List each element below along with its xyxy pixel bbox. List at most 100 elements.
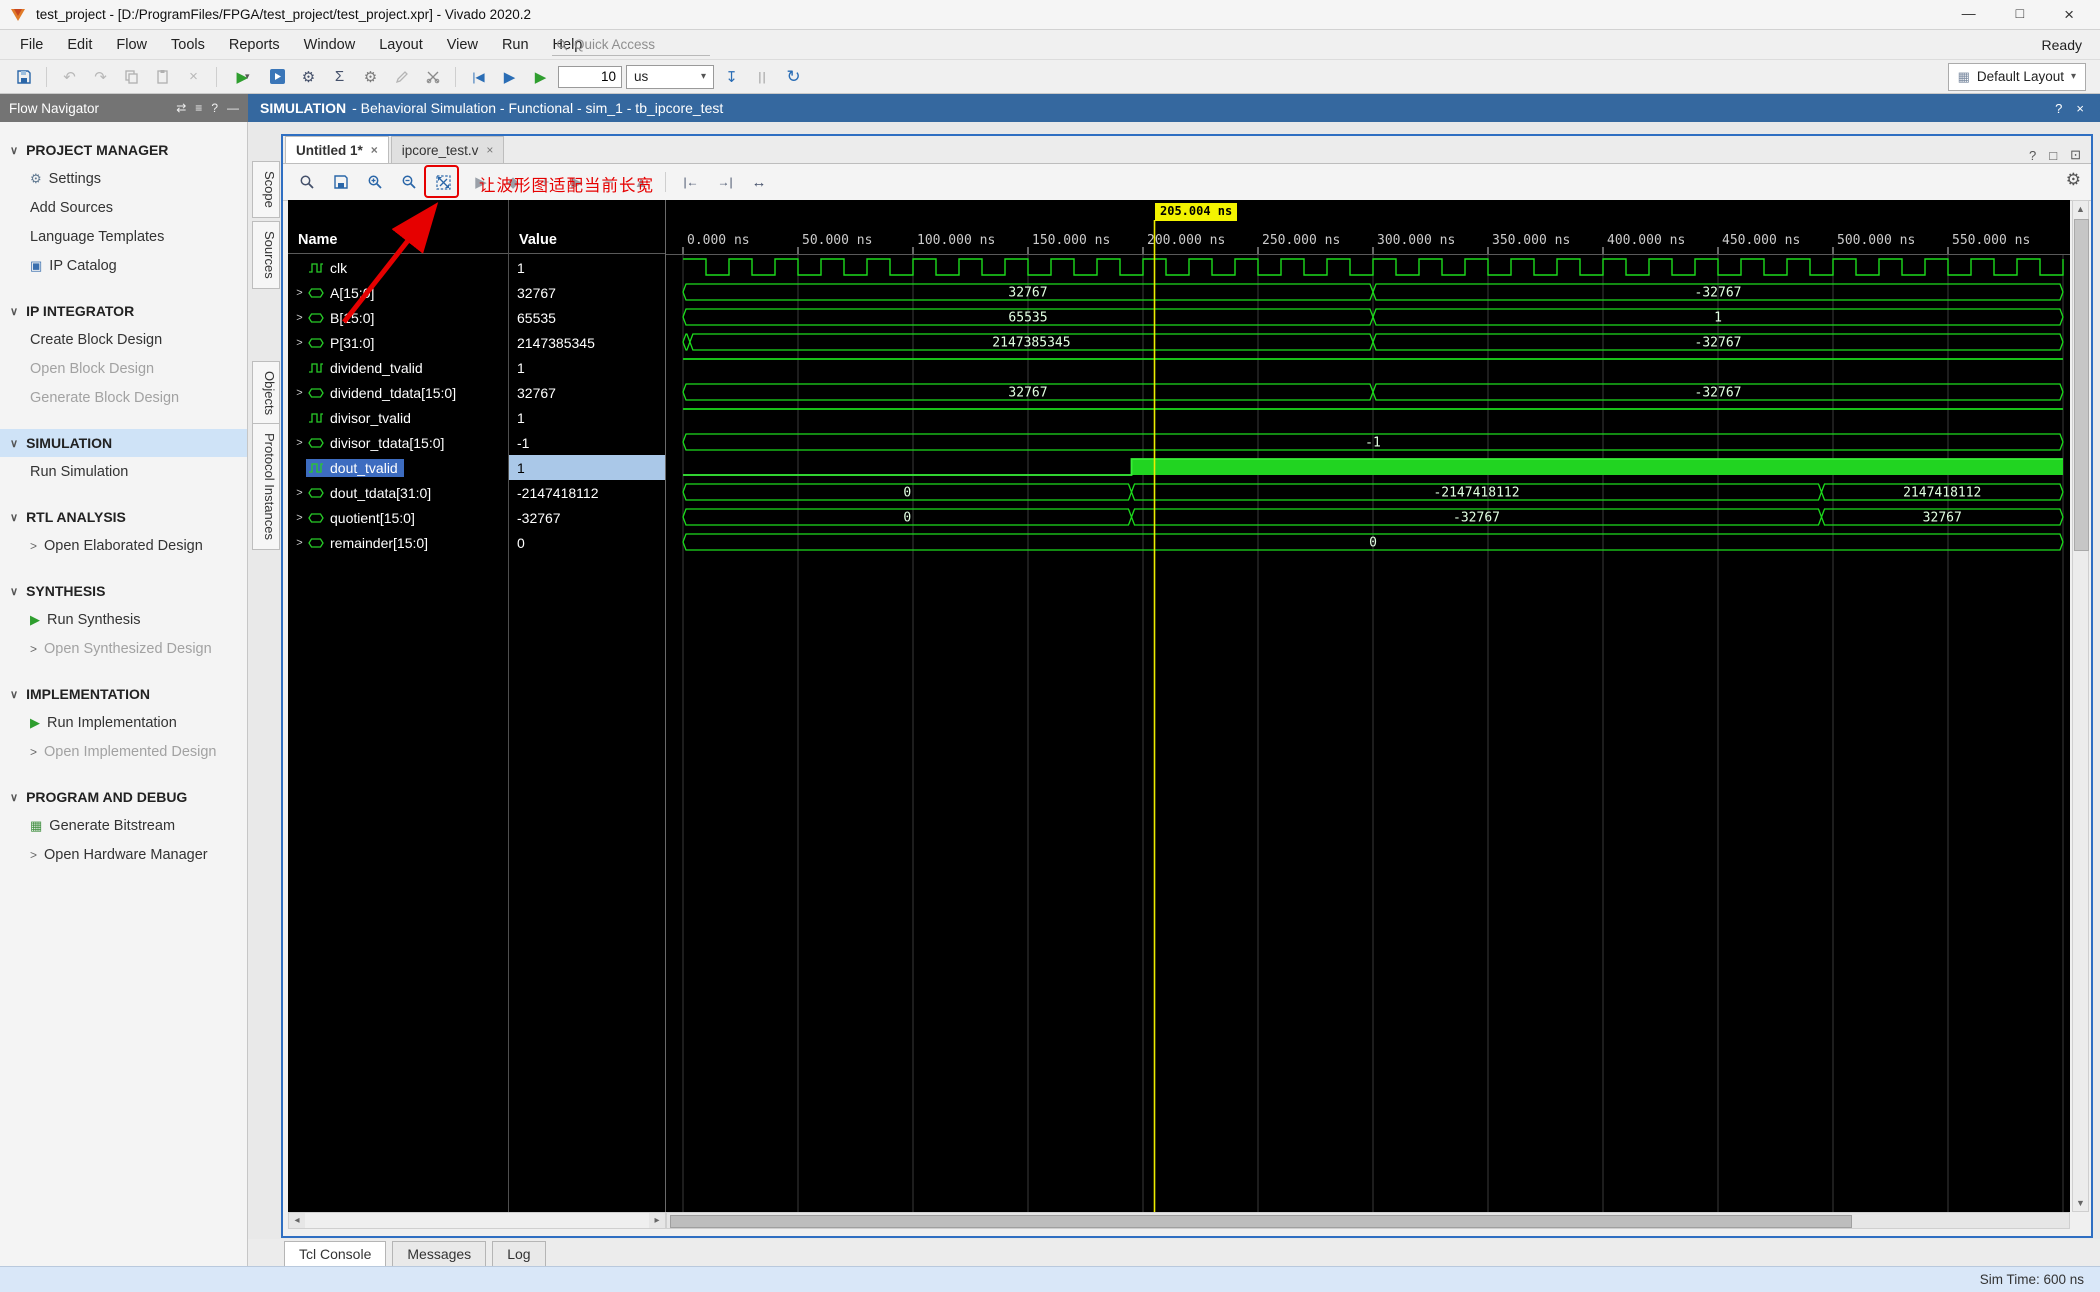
name-scroll-track[interactable] (305, 1213, 649, 1228)
close-button[interactable]: × (2064, 5, 2074, 25)
float-icon[interactable]: □ (2049, 148, 2057, 163)
sum-icon[interactable]: Σ (326, 64, 353, 90)
expand-icon[interactable]: > (293, 537, 306, 549)
waveform-canvas[interactable]: 0.000 ns 50.000 ns 100.000 ns 150.000 ns 200… (666, 200, 2070, 1212)
wave-divisor-tdata-15-0[interactable]: -1 (682, 433, 2064, 451)
tab-ipcore-test-v[interactable]: ipcore_test.v × (390, 136, 505, 163)
chevron-right-icon[interactable]: > (30, 642, 37, 656)
flow-item-generate-bitstream[interactable]: ▦ Generate Bitstream (0, 811, 247, 840)
expand-icon[interactable]: > (293, 512, 306, 524)
chevron-right-icon[interactable]: > (30, 848, 37, 862)
step-icon[interactable]: ↧ (718, 64, 745, 90)
signal-row-a-15-0[interactable]: > A[15:0] (288, 280, 508, 305)
expand-icon[interactable]: > (293, 287, 306, 299)
probe-icon[interactable] (419, 64, 446, 90)
menu-icon[interactable]: ≡ (195, 101, 202, 115)
signal-row-dout-tdata-31-0[interactable]: > dout_tdata[31:0] (288, 480, 508, 505)
signal-row-remainder-15-0[interactable]: > remainder[15:0] (288, 530, 508, 555)
minimize-button[interactable]: — (1962, 5, 1976, 25)
chevron-right-icon[interactable]: > (30, 745, 37, 759)
flow-item-language-templates[interactable]: Language Templates (0, 222, 247, 251)
signal-row-p-31-0[interactable]: > P[31:0] (288, 330, 508, 355)
simulation-icon[interactable] (264, 64, 291, 90)
flow-item-run-simulation[interactable]: Run Simulation (0, 457, 247, 486)
save-waveform-icon[interactable] (327, 168, 355, 196)
zoom-out-icon[interactable] (395, 168, 423, 196)
relaunch-icon[interactable]: ↻ (780, 64, 807, 90)
run-button[interactable]: ▶ ▾ (226, 64, 260, 90)
settings-gear-icon[interactable]: ⚙ (295, 64, 322, 90)
menu-run[interactable]: Run (490, 34, 541, 56)
expand-icon[interactable]: > (293, 337, 306, 349)
flow-section-header-synthesis[interactable]: ∨ SYNTHESIS (0, 577, 247, 605)
break-icon[interactable]: || (749, 64, 776, 90)
maximize-button[interactable]: □ (2016, 5, 2024, 25)
flow-item-open-elaborated-design[interactable]: > Open Elaborated Design (0, 531, 247, 560)
delete-icon[interactable]: × (180, 64, 207, 90)
signal-row-clk[interactable]: clk (288, 255, 508, 280)
flow-section-header-ip-integrator[interactable]: ∨ IP INTEGRATOR (0, 297, 247, 325)
flow-section-header-rtl-analysis[interactable]: ∨ RTL ANALYSIS (0, 503, 247, 531)
time-unit-select[interactable]: us ▾ (626, 64, 714, 89)
help-icon[interactable]: ? (211, 101, 218, 115)
tools-gear-icon[interactable]: ⚙ (357, 64, 384, 90)
cursor-time-label[interactable]: 205.004 ns (1155, 203, 1238, 221)
toggle-icon[interactable]: ⇄ (176, 101, 186, 115)
wave-remainder-15-0[interactable]: 0 (682, 533, 2064, 551)
run-time-input[interactable] (558, 65, 622, 88)
restart-sim-icon[interactable]: |◀ (465, 64, 492, 90)
expand-icon[interactable]: > (293, 387, 306, 399)
flow-section-header-implementation[interactable]: ∨ IMPLEMENTATION (0, 680, 247, 708)
goto-time-zero-icon[interactable]: |← (677, 168, 705, 196)
flow-item-open-block-design[interactable]: Open Block Design (0, 354, 247, 383)
flow-item-run-implementation[interactable]: ▶ Run Implementation (0, 708, 247, 737)
horizontal-scrollbar[interactable] (666, 1212, 2070, 1229)
chevron-right-icon[interactable]: > (30, 539, 37, 553)
menu-reports[interactable]: Reports (217, 34, 292, 56)
scroll-right-icon[interactable]: ▸ (649, 1215, 665, 1226)
expand-icon[interactable]: > (293, 312, 306, 324)
run-for-time-icon[interactable]: ▶ (527, 64, 554, 90)
menu-window[interactable]: Window (292, 34, 368, 56)
side-tab-scope[interactable]: Scope (252, 161, 280, 218)
help-icon[interactable]: ? (2055, 101, 2062, 116)
signal-row-dividend-tvalid[interactable]: dividend_tvalid (288, 355, 508, 380)
side-tab-objects[interactable]: Objects (252, 361, 280, 426)
paste-icon[interactable] (149, 64, 176, 90)
flow-item-open-implemented-design[interactable]: > Open Implemented Design (0, 737, 247, 766)
help-icon[interactable]: ? (2029, 148, 2036, 163)
undo-icon[interactable]: ↶ (56, 64, 83, 90)
vertical-scrollbar[interactable]: ▲ ▼ (2072, 200, 2089, 1212)
vertical-scroll-thumb[interactable] (2074, 219, 2089, 551)
scroll-left-icon[interactable]: ◂ (289, 1215, 305, 1226)
menu-layout[interactable]: Layout (367, 34, 435, 56)
flow-item-open-synthesized-design[interactable]: > Open Synthesized Design (0, 634, 247, 663)
find-icon[interactable] (293, 168, 321, 196)
signal-row-quotient-15-0[interactable]: > quotient[15:0] (288, 505, 508, 530)
signal-row-dividend-tdata-15-0[interactable]: > dividend_tdata[15:0] (288, 380, 508, 405)
flow-item-add-sources[interactable]: Add Sources (0, 193, 247, 222)
flow-item-ip-catalog[interactable]: ▣ IP Catalog (0, 251, 247, 280)
menu-edit[interactable]: Edit (55, 34, 104, 56)
signal-row-b-15-0[interactable]: > B[15:0] (288, 305, 508, 330)
save-project-icon[interactable] (10, 64, 37, 90)
quick-access[interactable]: Quick Access (552, 34, 710, 56)
side-tab-sources[interactable]: Sources (252, 221, 280, 289)
maximize-icon[interactable]: ⊡ (2070, 147, 2081, 163)
redo-icon[interactable]: ↷ (87, 64, 114, 90)
wave-settings-gear-icon[interactable]: ⚙ (2066, 170, 2081, 190)
expand-icon[interactable]: > (293, 437, 306, 449)
wave-clk[interactable] (683, 258, 2064, 276)
bottom-tab-log[interactable]: Log (492, 1241, 546, 1266)
edit-icon[interactable] (388, 64, 415, 90)
flow-section-header-program-and-debug[interactable]: ∨ PROGRAM AND DEBUG (0, 783, 247, 811)
bottom-tab-tcl-console[interactable]: Tcl Console (284, 1241, 387, 1266)
flow-item-settings[interactable]: ⚙ Settings (0, 164, 247, 193)
signal-row-divisor-tvalid[interactable]: divisor_tvalid (288, 405, 508, 430)
flow-item-generate-block-design[interactable]: Generate Block Design (0, 383, 247, 412)
zoom-in-icon[interactable] (361, 168, 389, 196)
close-icon[interactable]: × (371, 143, 378, 157)
signal-row-dout-tvalid[interactable]: dout_tvalid (288, 455, 508, 480)
horizontal-scroll-thumb[interactable] (670, 1215, 1852, 1228)
collapse-icon[interactable]: — (227, 101, 239, 115)
